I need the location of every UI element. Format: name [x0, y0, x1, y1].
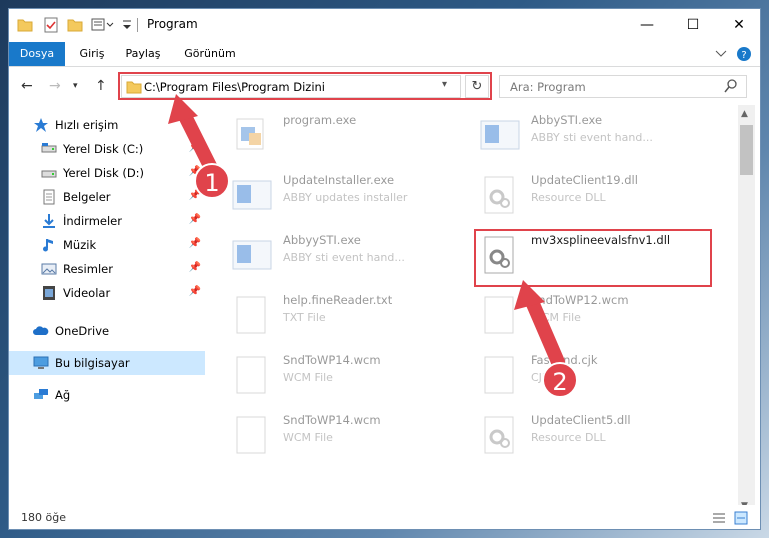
- callout-2: 2: [542, 362, 578, 398]
- arrow-2: [523, 290, 565, 369]
- callout-1: 1: [194, 163, 230, 199]
- annotation-overlay: [168, 94, 565, 369]
- arrow-1: [176, 105, 219, 177]
